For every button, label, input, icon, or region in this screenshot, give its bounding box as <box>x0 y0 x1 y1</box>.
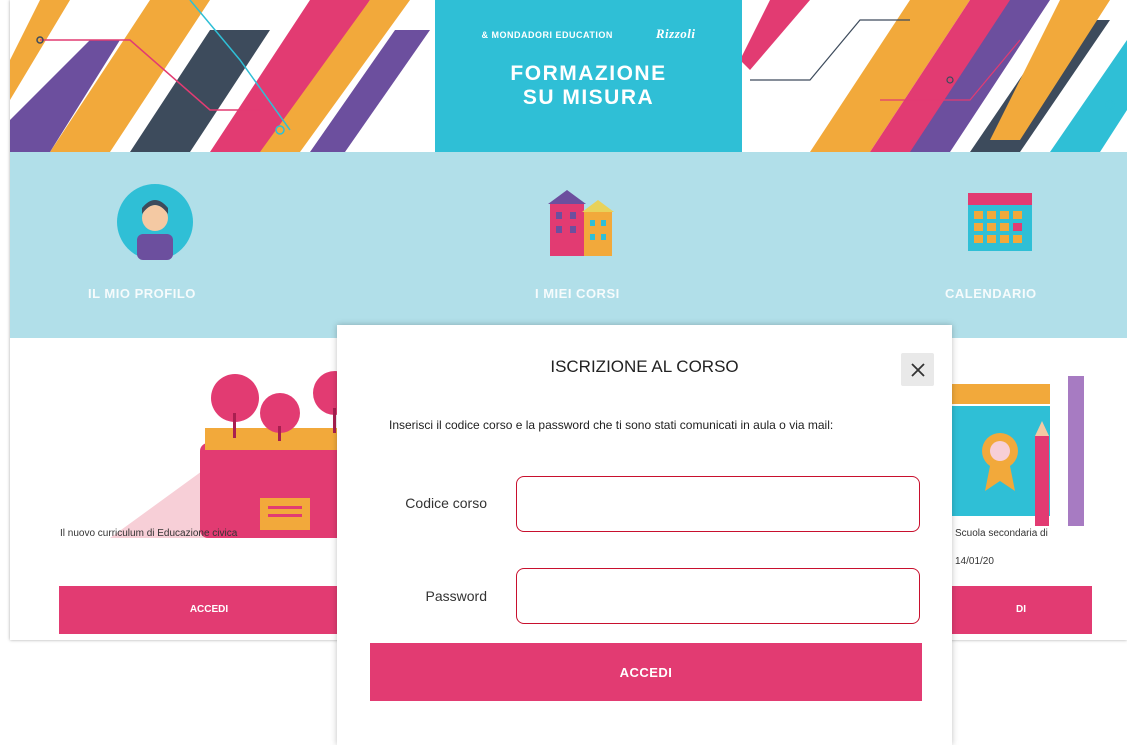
header-banner: & MONDADORI EDUCATION Rizzoli FORMAZIONE… <box>10 0 1127 152</box>
profile-icon <box>117 184 193 260</box>
course-code-label: Codice corso <box>405 495 487 511</box>
school-building-icon <box>548 190 614 256</box>
course-card-date: 14/01/20 <box>955 556 994 567</box>
course-card-access-button[interactable]: DI <box>950 586 1092 634</box>
modal-title: ISCRIZIONE AL CORSO <box>550 357 739 376</box>
brand-block: & MONDADORI EDUCATION Rizzoli FORMAZIONE… <box>435 0 742 152</box>
password-input[interactable] <box>516 568 920 624</box>
submit-button[interactable]: ACCEDI <box>370 643 922 701</box>
enroll-course-modal: ISCRIZIONE AL CORSO Inserisci il codice … <box>337 325 952 745</box>
nav-my-profile[interactable]: IL MIO PROFILO <box>50 162 250 322</box>
nav-label-courses: I MIEI CORSI <box>535 286 620 301</box>
main-navigation: IL MIO PROFILO I MIEI CORSI CALENDARIO <box>10 152 1127 338</box>
certificate-illustration <box>950 376 1084 526</box>
site-title: FORMAZIONE SU MISURA <box>510 62 667 109</box>
nav-my-courses[interactable]: I MIEI CORSI <box>480 162 680 322</box>
nav-label-profile: IL MIO PROFILO <box>88 286 196 301</box>
password-label: Password <box>425 588 487 604</box>
mondadori-logo: & MONDADORI EDUCATION <box>481 30 613 40</box>
rizzoli-logo: Rizzoli <box>655 26 696 41</box>
course-card-access-button[interactable]: ACCEDI <box>59 586 359 634</box>
modal-instructions: Inserisci il codice corso e la password … <box>389 418 834 432</box>
calendar-icon <box>968 193 1032 251</box>
nav-label-calendar: CALENDARIO <box>945 286 1037 301</box>
course-card-title: Il nuovo curriculum di Educazione civica <box>60 528 238 539</box>
close-button[interactable] <box>901 353 934 386</box>
publisher-logos: & MONDADORI EDUCATION Rizzoli <box>435 26 742 42</box>
course-card-title: Scuola secondaria di <box>955 528 1048 539</box>
course-code-input[interactable] <box>516 476 920 532</box>
close-icon <box>910 362 925 377</box>
nav-calendar[interactable]: CALENDARIO <box>910 162 1110 322</box>
